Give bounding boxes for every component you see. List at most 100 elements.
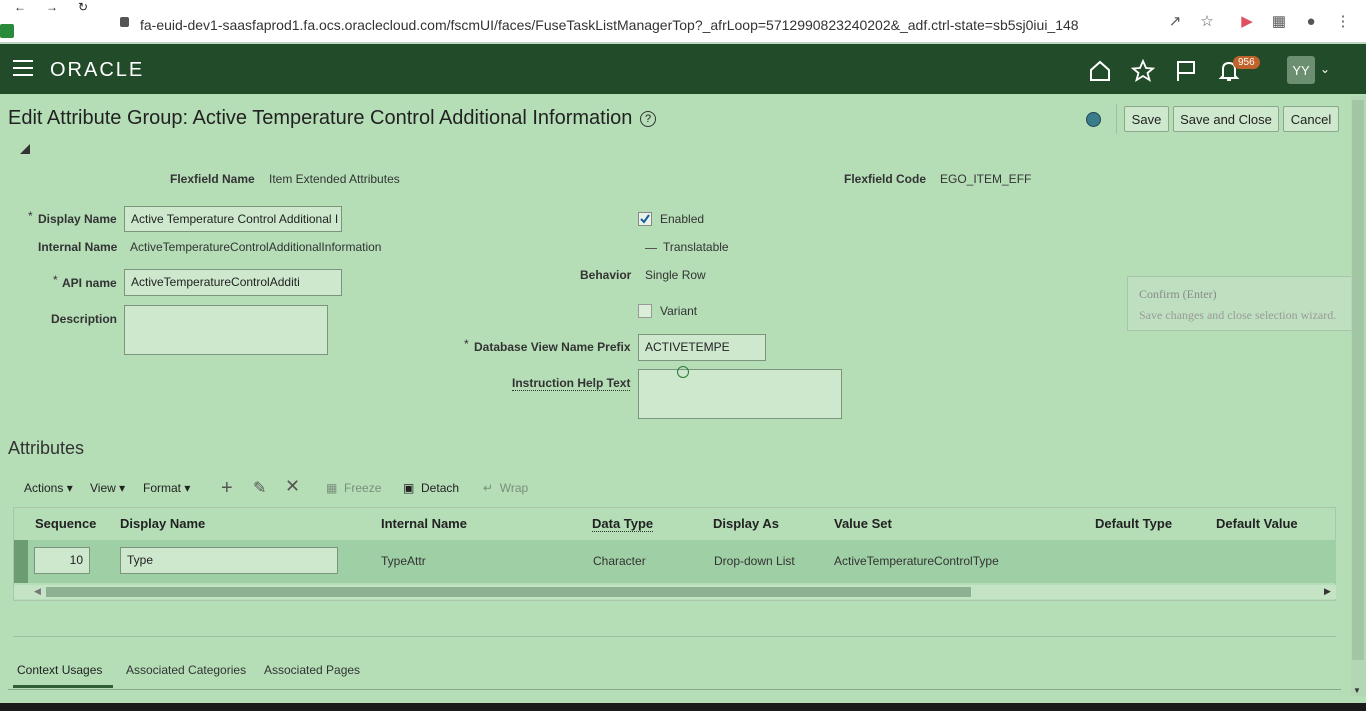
help-icon[interactable]: ? bbox=[640, 111, 656, 127]
row-selector[interactable] bbox=[14, 540, 28, 583]
url-text[interactable]: fa-euid-dev1-saasfaprod1.fa.ocs.oraclecl… bbox=[140, 17, 1079, 33]
format-menu[interactable]: Format ▾ bbox=[143, 481, 190, 495]
menu-dots-icon[interactable]: ⋮ bbox=[1334, 12, 1352, 30]
enabled-checkbox[interactable] bbox=[638, 212, 652, 226]
user-avatar[interactable]: YY bbox=[1287, 56, 1315, 84]
db-view-prefix-input[interactable]: ACTIVETEMPE bbox=[638, 334, 766, 361]
wrap-label: Wrap bbox=[499, 481, 529, 495]
tab-associated-categories[interactable]: Associated Categories bbox=[126, 663, 246, 677]
view-menu-label: View bbox=[90, 481, 116, 495]
variant-label: Variant bbox=[660, 304, 698, 318]
profile-icon[interactable]: ● bbox=[1302, 12, 1320, 30]
back-icon[interactable]: ← bbox=[14, 0, 26, 14]
freeze-label: Freeze bbox=[344, 481, 382, 495]
display-name-input[interactable]: Active Temperature Control Additional I bbox=[124, 206, 342, 232]
display-name-label: Display Name bbox=[38, 212, 117, 226]
wrap-icon: ↵ bbox=[483, 481, 494, 495]
toolbar-divider bbox=[1116, 104, 1117, 134]
bookmark-star-icon[interactable]: ☆ bbox=[1198, 12, 1216, 30]
api-name-input[interactable]: ActiveTemperatureControlAdditi bbox=[124, 269, 342, 296]
horizontal-scroll-thumb[interactable] bbox=[46, 587, 971, 597]
reload-icon[interactable]: ↻ bbox=[78, 0, 88, 14]
save-button[interactable]: Save bbox=[1124, 106, 1169, 132]
internal-name-cell: TypeAttr bbox=[381, 554, 426, 568]
column-header-data-type[interactable]: Data Type bbox=[592, 516, 654, 532]
sequence-input[interactable]: 10 bbox=[34, 547, 90, 574]
translatable-label: Translatable bbox=[663, 240, 729, 254]
flexfield-code-label: Flexfield Code bbox=[844, 172, 927, 186]
vertical-scroll-thumb[interactable] bbox=[1352, 100, 1364, 660]
globe-icon[interactable] bbox=[1086, 112, 1101, 127]
share-icon[interactable]: ↗ bbox=[1166, 12, 1184, 30]
oracle-logo[interactable]: ORACLE bbox=[50, 59, 144, 82]
db-view-prefix-label: Database View Name Prefix bbox=[474, 340, 631, 354]
enabled-label: Enabled bbox=[660, 212, 705, 226]
column-header-sequence[interactable]: Sequence bbox=[35, 516, 96, 531]
instruction-help-textarea[interactable] bbox=[638, 369, 842, 419]
wrap-button[interactable]: ↵ Wrap bbox=[483, 481, 528, 495]
scroll-left-icon[interactable]: ◀ bbox=[34, 586, 41, 597]
notification-count-badge: 956 bbox=[1233, 56, 1260, 69]
column-header-default-value[interactable]: Default Value bbox=[1216, 516, 1298, 531]
section-divider bbox=[13, 636, 1336, 637]
api-name-label: API name bbox=[62, 276, 117, 290]
required-marker: * bbox=[28, 209, 33, 223]
format-menu-label: Format bbox=[143, 481, 182, 495]
attributes-heading: Attributes bbox=[8, 438, 85, 458]
required-marker: * bbox=[464, 337, 469, 351]
behavior-value: Single Row bbox=[645, 268, 706, 282]
display-name-cell-input[interactable]: Type bbox=[120, 547, 338, 574]
freeze-icon: ▦ bbox=[326, 481, 338, 495]
internal-name-label: Internal Name bbox=[38, 240, 118, 254]
tooltip-text: Save changes and close selection wizard. bbox=[1139, 308, 1337, 322]
display-as-cell: Drop-down List bbox=[714, 554, 795, 568]
edit-pencil-icon[interactable]: ✎ bbox=[253, 478, 266, 498]
add-icon[interactable]: + bbox=[221, 477, 233, 500]
column-header-value-set[interactable]: Value Set bbox=[834, 516, 892, 531]
instruction-help-label[interactable]: Instruction Help Text bbox=[512, 376, 631, 391]
column-header-display-name[interactable]: Display Name bbox=[120, 516, 205, 531]
freeze-button[interactable]: ▦ Freeze bbox=[326, 481, 381, 495]
cancel-button[interactable]: Cancel bbox=[1283, 106, 1339, 132]
detach-button[interactable]: ▣ Detach bbox=[403, 481, 459, 495]
flexfield-name-label: Flexfield Name bbox=[170, 172, 255, 186]
save-and-close-button[interactable]: Save and Close bbox=[1173, 106, 1279, 132]
column-header-display-as[interactable]: Display As bbox=[713, 516, 779, 531]
description-textarea[interactable] bbox=[124, 305, 328, 355]
variant-checkbox[interactable] bbox=[638, 304, 652, 318]
chevron-down-icon[interactable]: ⌄ bbox=[1320, 62, 1330, 76]
scroll-down-icon[interactable]: ▼ bbox=[1353, 686, 1361, 695]
column-header-default-type[interactable]: Default Type bbox=[1095, 516, 1172, 531]
cursor-target-icon bbox=[677, 366, 689, 378]
flag-icon[interactable] bbox=[1173, 58, 1199, 84]
tab-context-usages[interactable]: Context Usages bbox=[17, 663, 102, 677]
chevron-down-icon: ▾ bbox=[184, 481, 191, 495]
detach-icon: ▣ bbox=[403, 481, 415, 495]
value-set-cell: ActiveTemperatureControlType bbox=[834, 554, 999, 568]
actions-menu[interactable]: Actions ▾ bbox=[24, 481, 73, 495]
favorites-star-icon[interactable] bbox=[1130, 58, 1156, 84]
actions-menu-label: Actions bbox=[24, 481, 64, 495]
data-type-cell: Character bbox=[593, 554, 646, 568]
puzzle-icon[interactable]: ▦ bbox=[1270, 12, 1288, 30]
detach-label: Detach bbox=[421, 481, 460, 495]
extension-icon[interactable] bbox=[0, 24, 14, 38]
app-header bbox=[0, 44, 1366, 94]
collapse-triangle-icon[interactable] bbox=[20, 144, 30, 154]
scroll-right-icon[interactable]: ▶ bbox=[1324, 586, 1331, 597]
extension-red-icon[interactable]: ▶ bbox=[1238, 12, 1256, 30]
internal-name-value: ActiveTemperatureControlAdditionalInform… bbox=[130, 240, 382, 254]
hamburger-menu-icon[interactable] bbox=[13, 60, 33, 81]
chevron-down-icon: ▾ bbox=[119, 481, 126, 495]
flexfield-name-value: Item Extended Attributes bbox=[269, 172, 400, 186]
behavior-label: Behavior bbox=[580, 268, 632, 282]
tab-content-border bbox=[8, 689, 1341, 690]
tab-associated-pages[interactable]: Associated Pages bbox=[264, 663, 360, 677]
lock-icon bbox=[120, 17, 129, 27]
view-menu[interactable]: View ▾ bbox=[90, 481, 125, 495]
column-header-internal-name[interactable]: Internal Name bbox=[381, 516, 467, 531]
home-icon[interactable] bbox=[1087, 58, 1113, 84]
delete-x-icon[interactable]: ✕ bbox=[285, 476, 300, 497]
tooltip-title: Confirm (Enter) bbox=[1139, 287, 1217, 301]
forward-icon[interactable]: → bbox=[46, 0, 58, 14]
